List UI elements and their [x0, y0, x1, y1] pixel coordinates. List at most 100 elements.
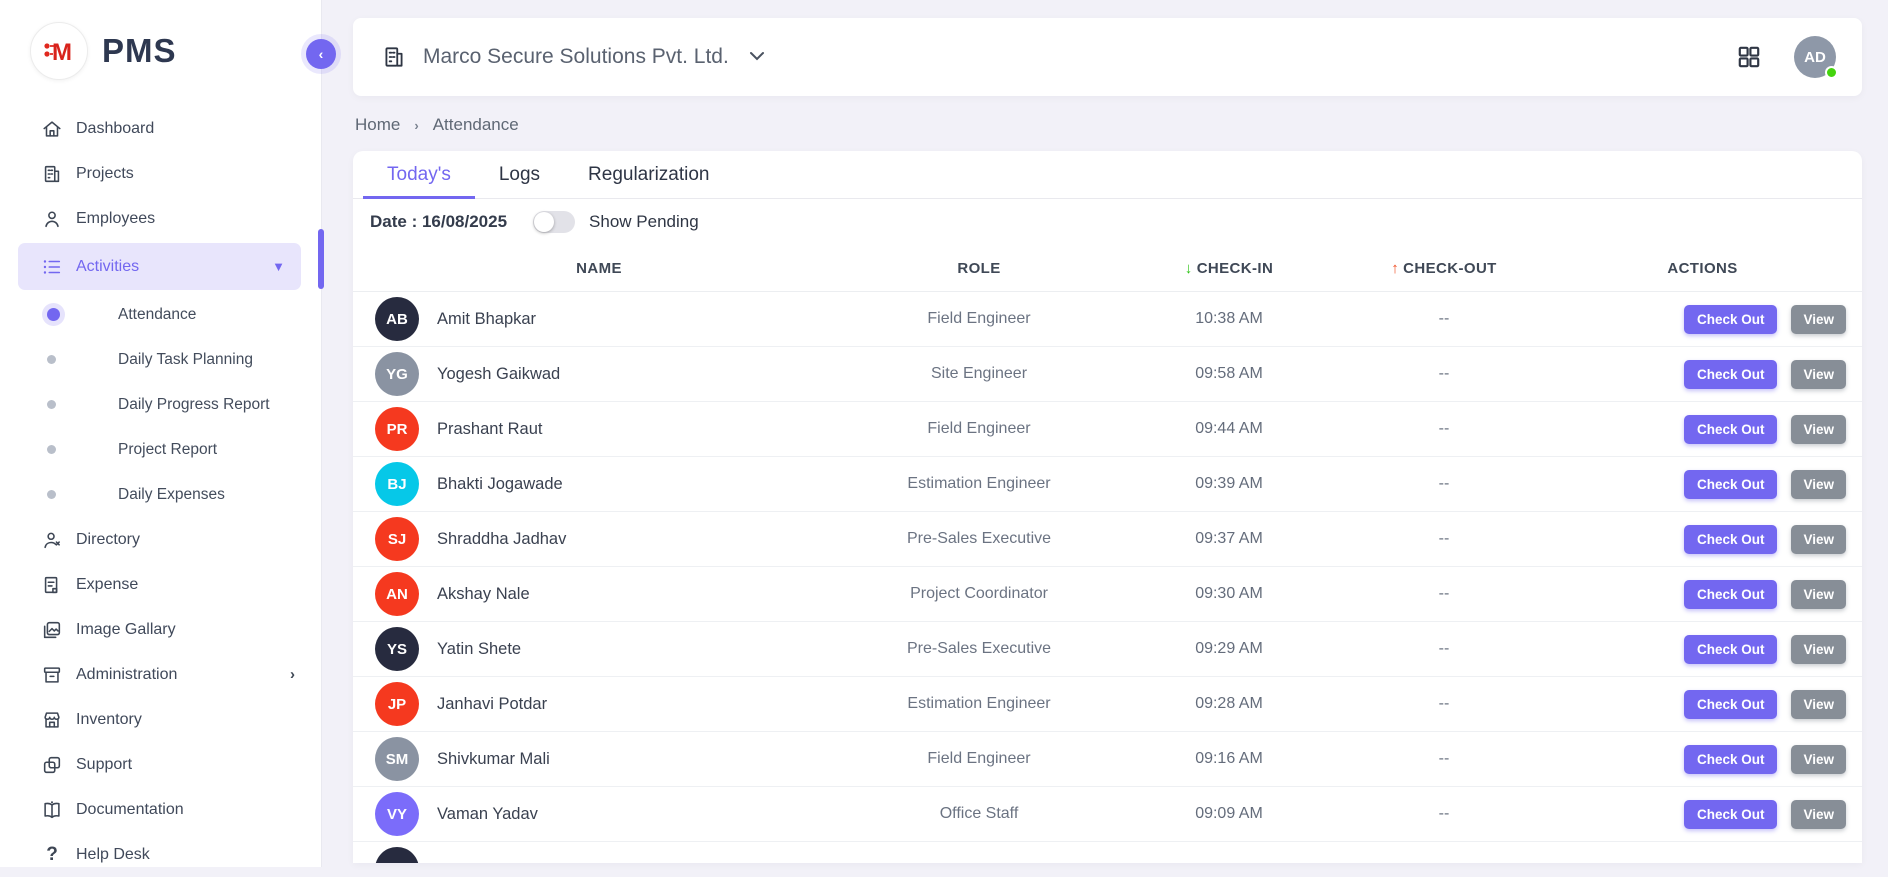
check-out-button[interactable]: Check Out [1684, 745, 1778, 774]
sidebar-subitem-project-report[interactable]: Project Report [0, 427, 321, 472]
view-button[interactable]: View [1791, 635, 1846, 664]
tab-todays[interactable]: Today's [363, 151, 475, 198]
sidebar-item-administration[interactable]: Administration › [0, 652, 321, 697]
view-button[interactable]: View [1791, 470, 1846, 499]
view-button[interactable]: View [1791, 305, 1846, 334]
dot-icon [47, 490, 56, 499]
attendance-tabs: Today's Logs Regularization [353, 151, 1862, 199]
sidebar-item-projects[interactable]: Projects [0, 151, 321, 196]
employee-name: Janhavi Potdar [437, 695, 547, 714]
filter-row: Date : 16/08/2025 Show Pending [353, 199, 1862, 245]
check-out-button[interactable]: Check Out [1684, 470, 1778, 499]
check-out-button[interactable]: Check Out [1684, 580, 1778, 609]
check-out-button[interactable]: Check Out [1684, 525, 1778, 554]
sidebar-collapse-button[interactable]: ‹ [306, 39, 336, 69]
check-in-time: 10:38 AM [1129, 310, 1329, 328]
chevron-right-icon: › [414, 118, 418, 133]
svg-text:M: M [52, 39, 72, 66]
check-in-time: 09:58 AM [1129, 365, 1329, 383]
employee-name: Vaman Yadav [437, 805, 538, 824]
column-header-actions: ACTIONS [1559, 260, 1846, 277]
check-out-button[interactable]: Check Out [1684, 305, 1778, 334]
check-out-button[interactable]: Check Out [1684, 800, 1778, 829]
sidebar-item-image-gallary[interactable]: Image Gallary [0, 607, 321, 652]
check-out-button[interactable]: Check Out [1684, 690, 1778, 719]
employee-role: Field Engineer [829, 750, 1129, 768]
employee-role: Estimation Engineer [829, 475, 1129, 493]
check-in-time: 09:16 AM [1129, 750, 1329, 768]
avatar [375, 847, 419, 863]
tab-logs[interactable]: Logs [475, 151, 564, 198]
sidebar-subitem-daily-expenses[interactable]: Daily Expenses [0, 472, 321, 517]
sidebar-item-label: Employees [76, 210, 155, 228]
dot-icon [47, 355, 56, 364]
sidebar-subitem-label: Project Report [118, 441, 217, 459]
apps-grid-icon[interactable] [1736, 44, 1762, 70]
breadcrumb: Home › Attendance [355, 112, 1862, 138]
sidebar: M PMS Dashboard Projects Employees [0, 0, 322, 867]
sidebar-subitem-daily-task-planning[interactable]: Daily Task Planning [0, 337, 321, 382]
employee-name: Akshay Nale [437, 585, 530, 604]
check-in-time: 09:30 AM [1129, 585, 1329, 603]
active-dot-icon [47, 308, 60, 321]
date-label: Date : 16/08/2025 [370, 212, 507, 232]
avatar: AB [375, 297, 419, 341]
sidebar-item-expense[interactable]: Expense [0, 562, 321, 607]
sidebar-item-help-desk[interactable]: ? Help Desk [0, 832, 321, 877]
sidebar-subitem-daily-progress-report[interactable]: Daily Progress Report [0, 382, 321, 427]
sidebar-item-dashboard[interactable]: Dashboard [0, 106, 321, 151]
sidebar-item-label: Directory [76, 531, 140, 549]
sidebar-subitem-label: Attendance [118, 306, 196, 324]
avatar: JP [375, 682, 419, 726]
sidebar-item-directory[interactable]: Directory [0, 517, 321, 562]
image-icon [40, 618, 64, 642]
table-row-partial [353, 842, 1862, 863]
company-selector[interactable]: Marco Secure Solutions Pvt. Ltd. [381, 44, 765, 70]
check-out-time: -- [1329, 475, 1559, 493]
book-icon [40, 798, 64, 822]
tab-regularization[interactable]: Regularization [564, 151, 733, 198]
check-out-time: -- [1329, 585, 1559, 603]
sidebar-item-inventory[interactable]: Inventory [0, 697, 321, 742]
avatar: PR [375, 407, 419, 451]
check-out-time: -- [1329, 420, 1559, 438]
check-in-time: 09:39 AM [1129, 475, 1329, 493]
list-icon [40, 255, 64, 279]
column-header-check-in[interactable]: ↓CHECK-IN [1129, 260, 1329, 277]
sidebar-item-label: Documentation [76, 801, 184, 819]
sidebar-item-documentation[interactable]: Documentation [0, 787, 321, 832]
employee-name: Shraddha Jadhav [437, 530, 566, 549]
user-avatar[interactable]: AD [1794, 36, 1836, 78]
table-row: BJBhakti Jogawade Estimation Engineer 09… [353, 457, 1862, 512]
employee-role: Site Engineer [829, 365, 1129, 383]
sidebar-item-label: Inventory [76, 711, 142, 729]
chevron-down-icon: ▼ [272, 259, 285, 274]
dot-icon [47, 445, 56, 454]
show-pending-toggle[interactable] [533, 211, 575, 233]
column-header-check-out[interactable]: ↑CHECK-OUT [1329, 260, 1559, 277]
view-button[interactable]: View [1791, 360, 1846, 389]
view-button[interactable]: View [1791, 690, 1846, 719]
sort-down-arrow-icon: ↓ [1185, 260, 1193, 277]
check-out-button[interactable]: Check Out [1684, 415, 1778, 444]
view-button[interactable]: View [1791, 580, 1846, 609]
sidebar-item-activities[interactable]: Activities ▼ [18, 243, 301, 290]
sidebar-item-employees[interactable]: Employees [0, 196, 321, 241]
check-out-button[interactable]: Check Out [1684, 635, 1778, 664]
view-button[interactable]: View [1791, 525, 1846, 554]
table-row: PRPrashant Raut Field Engineer 09:44 AM … [353, 402, 1862, 457]
sidebar-item-label: Image Gallary [76, 621, 176, 639]
breadcrumb-home[interactable]: Home [355, 115, 400, 135]
employee-name: Yatin Shete [437, 640, 521, 659]
people-icon [40, 528, 64, 552]
view-button[interactable]: View [1791, 415, 1846, 444]
sidebar-item-support[interactable]: Support [0, 742, 321, 787]
check-in-time: 09:29 AM [1129, 640, 1329, 658]
avatar: VY [375, 792, 419, 836]
check-out-button[interactable]: Check Out [1684, 360, 1778, 389]
sidebar-subitem-attendance[interactable]: Attendance [0, 292, 321, 337]
view-button[interactable]: View [1791, 745, 1846, 774]
view-button[interactable]: View [1791, 800, 1846, 829]
breadcrumb-current: Attendance [433, 115, 519, 135]
check-out-time: -- [1329, 640, 1559, 658]
